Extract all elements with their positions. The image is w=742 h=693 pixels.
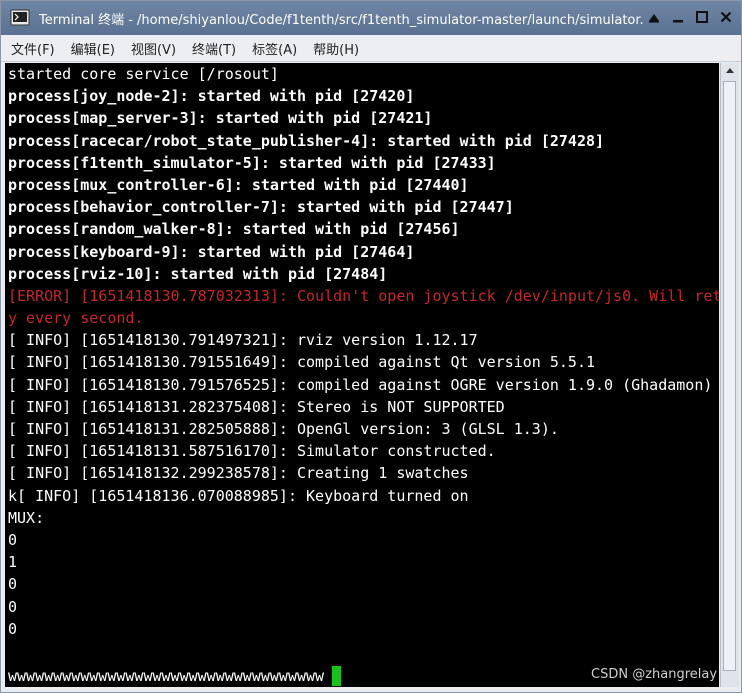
terminal-line: [ INFO] [1651418130.791576525]: compiled… [8,375,713,394]
terminal-line: process[racecar/robot_state_publisher-4]… [8,131,605,150]
terminal-line: [ INFO] [1651418131.587516170]: Simulato… [8,442,496,461]
terminal-input-line[interactable]: wwwwwwwwwwwwwwwwwwwwwwwwwwwwwwwwwww [8,665,342,687]
terminal-line: process[keyboard-9]: started with pid [2… [8,242,415,261]
menu-terminal[interactable]: 终端(T) [192,39,236,58]
menu-edit[interactable]: 编辑(E) [71,39,115,58]
scroll-up-button[interactable] [721,63,739,77]
terminal-line: [ INFO] [1651418132.299238578]: Creating… [8,464,469,483]
terminal-line: process[random_walker-8]: started with p… [8,220,460,239]
maximize-icon [696,11,708,23]
maximize-button[interactable] [693,8,711,26]
menu-file[interactable]: 文件(F) [11,39,55,58]
menu-bar: 文件(F) 编辑(E) 视图(V) 终端(T) 标签(A) 帮助(H) [1,35,741,62]
menu-help[interactable]: 帮助(H) [313,39,359,58]
terminal-line: process[map_server-3]: started with pid … [8,109,433,128]
close-button[interactable] [717,8,735,26]
terminal-line: process[mux_controller-6]: started with … [8,175,469,194]
shade-button[interactable] [645,8,663,26]
shade-icon [649,14,659,23]
vertical-scrollbar[interactable] [720,63,739,687]
terminal-line: 0 [8,575,18,594]
terminal-line: [ERROR] [1651418130.787032313]: Couldn't… [8,286,719,305]
terminal-line: [ INFO] [1651418131.282375408]: Stereo i… [8,397,505,416]
title-bar[interactable]: Terminal 终端 - /home/shiyanlou/Code/f1ten… [1,1,741,35]
terminal-line: [ INFO] [1651418131.282505888]: OpenGl v… [8,420,559,438]
text-cursor [332,666,342,686]
terminal-line: started core service [/rosout] [8,65,279,83]
terminal-line: 0 [8,597,18,616]
terminal-line: [ INFO] [1651418130.791551649]: compiled… [8,353,595,372]
terminal-line: 0 [8,619,18,638]
close-icon [720,11,732,23]
terminal-line: y every second. [8,309,144,328]
terminal-line: MUX: [8,508,45,527]
terminal-output[interactable]: started core service [/rosout] process[jo… [5,63,719,687]
terminal-line: process[joy_node-2]: started with pid [2… [8,87,415,106]
terminal-window: Terminal 终端 - /home/shiyanlou/Code/f1ten… [0,0,742,693]
watermark: CSDN @zhangrelay [591,667,718,682]
scroll-up-icon [726,68,734,73]
terminal-app-icon [9,7,31,29]
terminal-line: k[ INFO] [1651418136.070088985]: Keyboar… [8,486,469,505]
minimize-icon [673,20,683,23]
scroll-thumb[interactable] [723,81,736,671]
terminal-line: 0 [8,530,18,549]
terminal-line: process[behavior_controller-7]: started … [8,198,514,217]
terminal-line: process[rviz-10]: started with pid [2748… [8,264,388,283]
terminal-line: 1 [8,553,18,572]
menu-view[interactable]: 视图(V) [131,39,176,58]
input-text: wwwwwwwwwwwwwwwwwwwwwwwwwwwwwwwwwww [8,667,325,685]
terminal-line: process[f1tenth_simulator-5]: started wi… [8,153,496,172]
terminal-line: [ INFO] [1651418130.791497321]: rviz ver… [8,331,478,350]
window-title: Terminal 终端 - /home/shiyanlou/Code/f1ten… [39,12,644,28]
terminal-lines: started core service [/rosout] process[jo… [8,63,719,640]
minimize-button[interactable] [669,8,687,26]
menu-tabs[interactable]: 标签(A) [252,39,297,58]
